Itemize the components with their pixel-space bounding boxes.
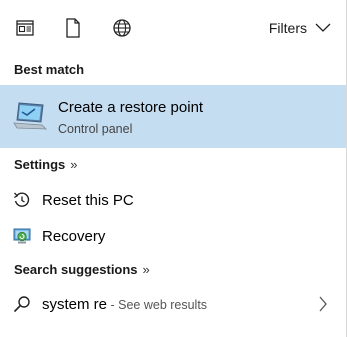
filters-dropdown[interactable]: Filters (269, 17, 331, 39)
search-icon (13, 295, 31, 313)
reset-icon (13, 191, 31, 209)
best-match-header: Best match (14, 62, 84, 77)
apps-icon[interactable] (14, 17, 36, 39)
suggestion-query: system re (42, 295, 108, 313)
best-match-label: Best match (14, 62, 85, 77)
restore-point-icon (13, 100, 48, 132)
web-suggestion-item[interactable]: system re - See web results (0, 287, 346, 321)
web-icon[interactable] (111, 17, 133, 39)
chevron-right-icon[interactable] (318, 296, 328, 312)
best-match-title: Create a restore point (58, 99, 204, 116)
search-suggestions-label: Search suggestions (14, 262, 138, 277)
best-match-subtitle: Control panel (58, 122, 133, 136)
settings-item-recovery[interactable]: Recovery (0, 219, 346, 253)
suggestion-hint: - See web results (107, 297, 208, 312)
reset-label: Reset this PC (42, 191, 134, 209)
search-suggestions-header: Search suggestions » (14, 262, 150, 277)
recovery-label: Recovery (42, 227, 106, 245)
settings-item-reset[interactable]: Reset this PC (0, 183, 346, 217)
web-suggestion-text: system re - See web results (42, 296, 207, 313)
filters-label: Filters (268, 20, 307, 36)
documents-icon[interactable] (62, 17, 84, 39)
search-filter-bar: Filters (0, 0, 347, 56)
search-suggestions-more-icon: » (142, 262, 150, 277)
settings-more-icon: » (70, 157, 78, 172)
chevron-down-icon (315, 20, 331, 36)
search-results-panel: Filters Best match Create a restore poin… (0, 0, 347, 337)
settings-label: Settings (14, 157, 66, 172)
recovery-icon (13, 227, 31, 245)
best-match-item[interactable]: Create a restore point Control panel (0, 85, 346, 148)
settings-header[interactable]: Settings » (14, 157, 78, 172)
